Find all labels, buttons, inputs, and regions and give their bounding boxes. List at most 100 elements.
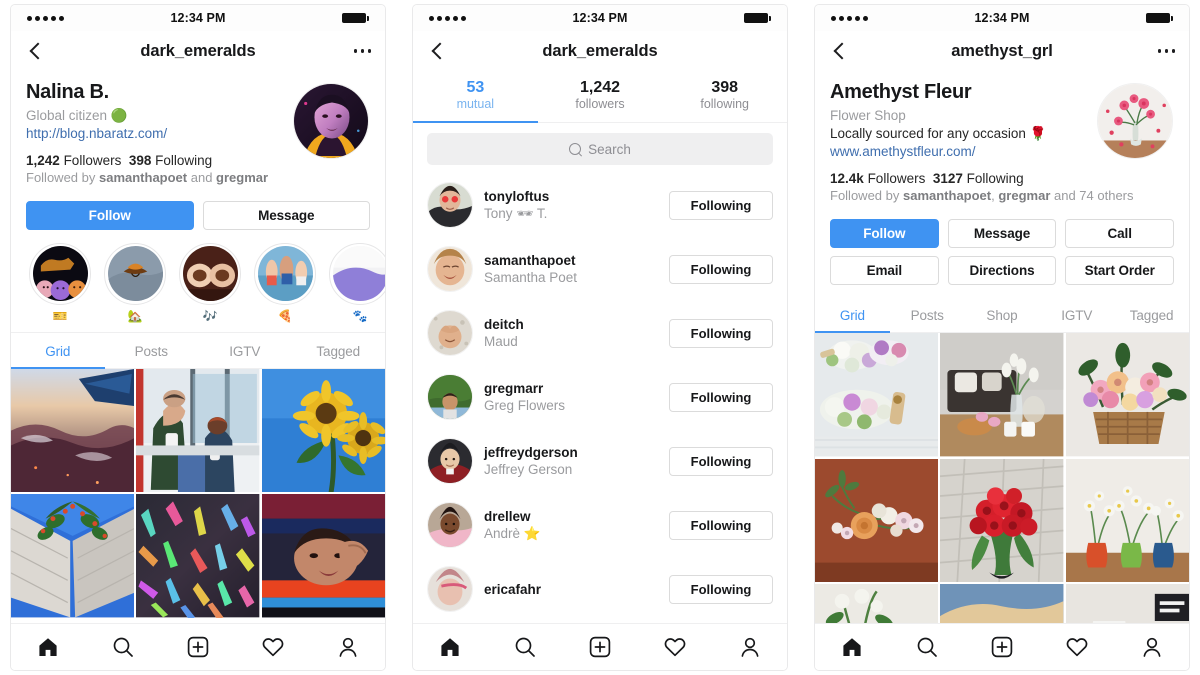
avatar-gregmarr[interactable] bbox=[427, 374, 473, 421]
add-post-icon[interactable] bbox=[588, 635, 612, 659]
photo-wall-corner-flowers[interactable] bbox=[11, 494, 135, 618]
heart-icon[interactable] bbox=[663, 635, 687, 659]
tab-grid[interactable]: Grid bbox=[11, 333, 105, 369]
message-button[interactable]: Message bbox=[947, 219, 1057, 249]
follow-counts-tabs: 53 mutual 1,242 followers 398 following bbox=[413, 71, 787, 124]
tab-shop[interactable]: Shop bbox=[965, 297, 1040, 332]
following-button[interactable]: Following bbox=[669, 254, 773, 284]
photo-rose-arrangement-rust[interactable] bbox=[815, 458, 939, 582]
list-item[interactable]: samanthapoet Samantha Poet Following bbox=[413, 237, 787, 301]
list-item[interactable]: drellew Andrè ⭐ Following bbox=[413, 493, 787, 557]
more-options-icon[interactable] bbox=[353, 49, 371, 53]
back-chevron-icon[interactable] bbox=[427, 40, 449, 62]
avatar-ericafahr[interactable] bbox=[427, 566, 473, 613]
list-item[interactable]: tonyloftus Tony 🕶 T. Following bbox=[413, 173, 787, 237]
heart-icon[interactable] bbox=[1065, 635, 1089, 659]
directions-button[interactable]: Directions bbox=[947, 256, 1057, 286]
followed-by-user-2[interactable]: gregmar bbox=[998, 188, 1050, 203]
tab-grid[interactable]: Grid bbox=[815, 297, 890, 334]
story-highlight-park[interactable]: 🏡 bbox=[104, 242, 166, 322]
following-button[interactable]: Following bbox=[669, 318, 773, 348]
list-item[interactable]: gregmarr Greg Flowers Following bbox=[413, 365, 787, 429]
page-title: dark_emeralds bbox=[140, 41, 256, 60]
story-highlight-more[interactable]: 🐾 bbox=[329, 242, 385, 322]
photo-greenery-partial[interactable] bbox=[815, 583, 939, 623]
followed-by-user-1[interactable]: samanthapoet bbox=[903, 188, 991, 203]
photo-red-roses-bouquet[interactable] bbox=[940, 458, 1064, 582]
add-post-icon[interactable] bbox=[186, 635, 210, 659]
tab-igtv[interactable]: IGTV bbox=[1039, 297, 1114, 332]
tab-mutual[interactable]: 53 mutual bbox=[413, 71, 538, 124]
avatar-drellew[interactable] bbox=[427, 502, 473, 549]
list-item[interactable]: deitch Maud Following bbox=[413, 301, 787, 365]
avatar-tonyloftus[interactable] bbox=[427, 182, 473, 229]
search-icon[interactable] bbox=[915, 635, 939, 659]
list-item[interactable]: jeffreydgerson Jeffrey Gerson Following bbox=[413, 429, 787, 493]
back-chevron-icon[interactable] bbox=[829, 40, 851, 62]
more-options-icon[interactable] bbox=[1157, 49, 1175, 53]
story-highlight-ticket[interactable]: 🎫 bbox=[29, 242, 91, 322]
followed-by-others[interactable]: and 74 others bbox=[1050, 188, 1134, 203]
phone-mutual-followers-list: 12:34 PM dark_emeralds 53 mutual 1,242 f… bbox=[412, 4, 788, 671]
avatar-samanthapoet[interactable] bbox=[427, 246, 473, 293]
follow-button[interactable]: Follow bbox=[830, 219, 939, 249]
followers-count[interactable]: 1,242 bbox=[26, 153, 60, 168]
photo-wrapped-bouquet-partial[interactable] bbox=[940, 583, 1064, 623]
tab-following[interactable]: 398 following bbox=[662, 71, 787, 122]
profile-icon[interactable] bbox=[1140, 635, 1164, 659]
tab-posts[interactable]: Posts bbox=[890, 297, 965, 332]
avatar-deitch[interactable] bbox=[427, 310, 473, 357]
photo-flower-crowns-white[interactable] bbox=[815, 333, 939, 457]
avatar-jeffreydgerson[interactable] bbox=[427, 438, 473, 485]
story-highlight-music[interactable]: 🎶 bbox=[179, 242, 241, 322]
call-button[interactable]: Call bbox=[1065, 219, 1175, 249]
photo-shop-sign-partial[interactable] bbox=[1065, 583, 1189, 623]
avatar[interactable] bbox=[1097, 83, 1173, 159]
search-input[interactable]: Search bbox=[427, 133, 773, 166]
following-button[interactable]: Following bbox=[669, 574, 773, 604]
followed-by-user-2[interactable]: gregmar bbox=[216, 170, 268, 185]
tab-tagged[interactable]: Tagged bbox=[1114, 297, 1189, 332]
following-count[interactable]: 3127 bbox=[933, 171, 963, 186]
profile-header: Nalina B. Global citizen 🟢 http://blog.n… bbox=[11, 71, 385, 188]
photo-white-daisies-vases[interactable] bbox=[1065, 458, 1189, 582]
tab-igtv[interactable]: IGTV bbox=[198, 333, 292, 368]
add-post-icon[interactable] bbox=[990, 635, 1014, 659]
follow-button[interactable]: Follow bbox=[26, 200, 194, 230]
story-highlight-pizza[interactable]: 🍕 bbox=[254, 242, 316, 322]
followers-count[interactable]: 12.4k bbox=[830, 171, 864, 186]
tab-posts[interactable]: Posts bbox=[105, 333, 199, 368]
profile-icon[interactable] bbox=[336, 635, 360, 659]
following-count[interactable]: 398 bbox=[129, 153, 152, 168]
back-chevron-icon[interactable] bbox=[25, 40, 47, 62]
home-icon[interactable] bbox=[36, 635, 60, 659]
profile-icon[interactable] bbox=[738, 635, 762, 659]
photo-two-friends-drinks[interactable] bbox=[136, 368, 260, 493]
followed-by-user-1[interactable]: samanthapoet bbox=[99, 170, 187, 185]
following-button[interactable]: Following bbox=[669, 510, 773, 540]
photo-portrait-stripes[interactable] bbox=[261, 494, 385, 618]
list-item[interactable]: ericafahr Following bbox=[413, 557, 787, 621]
avatar[interactable] bbox=[293, 83, 369, 159]
story-highlights-row[interactable]: 🎫 🏡 🎶 🍕 🐾 bbox=[11, 230, 385, 333]
story-highlight-ring bbox=[254, 242, 316, 305]
photo-living-room-vase[interactable] bbox=[940, 333, 1064, 457]
following-button[interactable]: Following bbox=[669, 190, 773, 220]
email-button[interactable]: Email bbox=[830, 256, 939, 286]
business-action-buttons-row-1: Follow Message Call bbox=[815, 206, 1189, 249]
home-icon[interactable] bbox=[438, 635, 462, 659]
following-button[interactable]: Following bbox=[669, 446, 773, 476]
following-button[interactable]: Following bbox=[669, 382, 773, 412]
tab-followers[interactable]: 1,242 followers bbox=[538, 71, 663, 122]
message-button[interactable]: Message bbox=[202, 200, 370, 230]
photo-basket-mixed-bouquet[interactable] bbox=[1065, 333, 1189, 457]
heart-icon[interactable] bbox=[261, 635, 285, 659]
search-icon[interactable] bbox=[513, 635, 537, 659]
photo-sunflowers-blue-sky[interactable] bbox=[261, 368, 385, 493]
start-order-button[interactable]: Start Order bbox=[1065, 256, 1175, 286]
home-icon[interactable] bbox=[840, 635, 864, 659]
search-icon[interactable] bbox=[111, 635, 135, 659]
photo-holographic-glitter[interactable] bbox=[136, 494, 260, 618]
photo-aerial-sunset-wing[interactable] bbox=[11, 368, 135, 493]
tab-tagged[interactable]: Tagged bbox=[292, 333, 386, 368]
